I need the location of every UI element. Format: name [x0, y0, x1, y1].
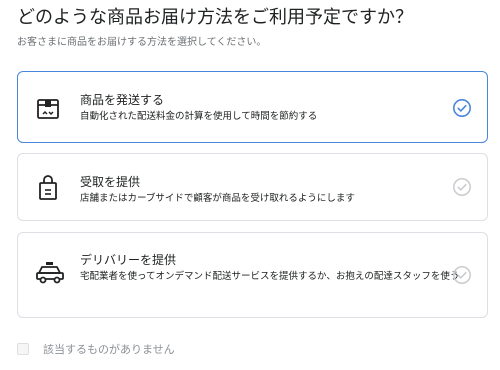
page-title: どのような商品お届け方法をご利用予定ですか？ [17, 7, 413, 28]
none-option-label: 該当するものがありません [43, 343, 175, 356]
none-checkbox[interactable] [17, 343, 29, 355]
check-circle-icon [452, 265, 472, 285]
option-label-delivery: デリバリーを提供 [80, 253, 177, 267]
page-subtitle: お客さまに商品をお届けする方法を選択してください。 [17, 37, 267, 48]
none-option[interactable]: 該当するものがありません [17, 341, 175, 357]
option-description-ship: 自動化された配送料金の計算を使用して時間を節約する [80, 111, 318, 122]
option-card-pickup[interactable]: 受取を提供 店舗またはカーブサイドで顧客が商品を受け取れるようにします [17, 153, 488, 221]
shipping-box-icon [35, 96, 61, 122]
check-circle-selected-icon [452, 98, 472, 118]
option-description-delivery: 宅配業者を使ってオンデマンド配送サービスを提供するか、お抱えの配達スタッフを使う [80, 271, 460, 282]
option-card-ship[interactable]: 商品を発送する 自動化された配送料金の計算を使用して時間を節約する [17, 71, 488, 143]
option-label-ship: 商品を発送する [80, 93, 165, 107]
delivery-car-icon [35, 261, 65, 287]
check-circle-icon [452, 177, 472, 197]
shopping-bag-icon [35, 174, 61, 200]
option-card-delivery[interactable]: デリバリーを提供 宅配業者を使ってオンデマンド配送サービスを提供するか、お抱えの… [17, 232, 488, 318]
delivery-method-page: どのような商品お届け方法をご利用予定ですか？ お客さまに商品をお届けする方法を選… [0, 0, 500, 370]
option-description-pickup: 店舗またはカーブサイドで顧客が商品を受け取れるようにします [80, 193, 355, 204]
option-label-pickup: 受取を提供 [80, 175, 141, 189]
